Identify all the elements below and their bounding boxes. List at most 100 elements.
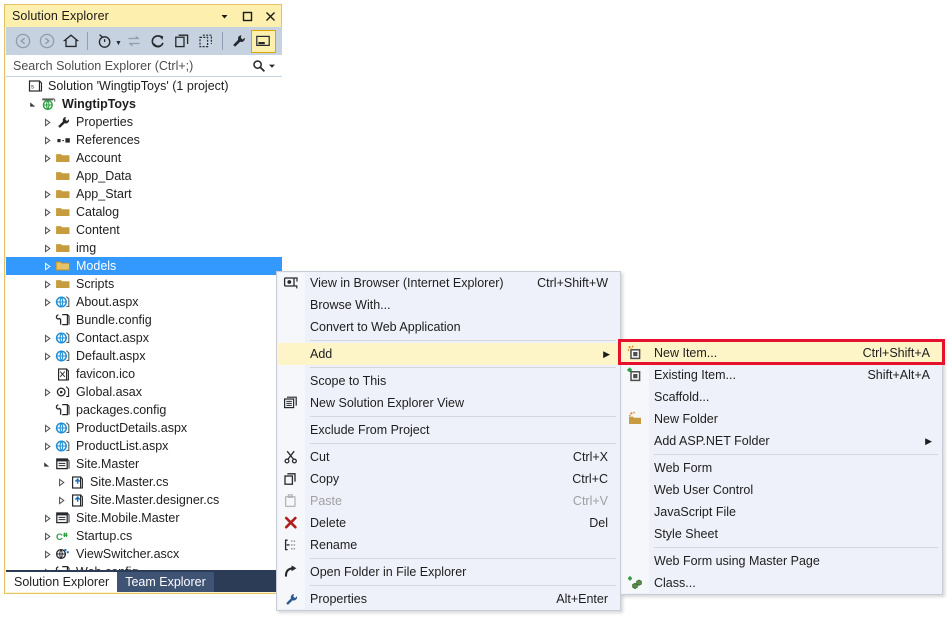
menu-item[interactable]: New Solution Explorer View <box>277 392 620 414</box>
chevron-down-icon[interactable]: ▼ <box>115 40 122 47</box>
chevron-collapsed-icon[interactable] <box>40 387 54 397</box>
chevron-collapsed-icon[interactable] <box>40 531 54 541</box>
menu-item[interactable]: Cut Ctrl+X <box>277 446 620 468</box>
panel-tab[interactable]: Solution Explorer <box>6 572 118 592</box>
menu-item[interactable]: Exclude From Project <box>277 419 620 441</box>
dropdown-icon[interactable] <box>217 9 231 23</box>
tree-item[interactable]: ProductList.aspx <box>6 437 282 455</box>
chevron-collapsed-icon[interactable] <box>40 207 54 217</box>
chevron-collapsed-icon[interactable] <box>40 513 54 523</box>
folder-icon <box>54 204 72 220</box>
menu-item[interactable]: Delete Del <box>277 512 620 534</box>
tree-item[interactable]: Properties <box>6 113 282 131</box>
tree-item[interactable]: Site.Mobile.Master <box>6 509 282 527</box>
menu-item[interactable]: Open Folder in File Explorer <box>277 561 620 583</box>
chevron-collapsed-icon[interactable] <box>40 225 54 235</box>
menu-item[interactable]: Rename <box>277 534 620 556</box>
chevron-collapsed-icon[interactable] <box>40 441 54 451</box>
tree-item[interactable]: About.aspx <box>6 293 282 311</box>
menu-item[interactable]: Web Form using Master Page <box>621 550 942 572</box>
tree-item[interactable]: Contact.aspx <box>6 329 282 347</box>
menu-item[interactable]: Properties Alt+Enter <box>277 588 620 610</box>
solution-tree[interactable]: s Solution 'WingtipToys' (1 project) Wingt… <box>6 77 282 588</box>
menu-item[interactable]: Scope to This <box>277 370 620 392</box>
preview-selected-items-toggle[interactable] <box>250 29 276 53</box>
tree-item[interactable]: References <box>6 131 282 149</box>
tree-item[interactable]: Models <box>6 257 282 275</box>
tree-item[interactable]: Default.aspx <box>6 347 282 365</box>
pending-changes-button[interactable] <box>92 29 116 53</box>
chevron-collapsed-icon[interactable] <box>54 477 68 487</box>
menu-item[interactable]: Browse With... <box>277 294 620 316</box>
tree-item[interactable]: Global.asax <box>6 383 282 401</box>
tree-item[interactable]: packages.config <box>6 401 282 419</box>
tree-item[interactable]: ViewSwitcher.ascx <box>6 545 282 563</box>
chevron-collapsed-icon[interactable] <box>40 549 54 559</box>
properties-button[interactable] <box>227 29 251 53</box>
menu-item[interactable]: New Item... Ctrl+Shift+A <box>621 342 942 364</box>
tree-item[interactable]: s Solution 'WingtipToys' (1 project) <box>6 77 282 95</box>
tree-item[interactable]: Bundle.config <box>6 311 282 329</box>
chevron-collapsed-icon[interactable] <box>40 297 54 307</box>
menu-item[interactable]: JavaScript File <box>621 501 942 523</box>
search-input[interactable] <box>6 57 252 74</box>
panel-tab[interactable]: Team Explorer <box>117 572 214 592</box>
collapse-all-button[interactable] <box>170 29 194 53</box>
tree-item[interactable]: C Startup.cs <box>6 527 282 545</box>
tree-item[interactable]: img <box>6 239 282 257</box>
menu-item[interactable]: Style Sheet <box>621 523 942 545</box>
tree-item[interactable]: Site.Master.designer.cs <box>6 491 282 509</box>
tree-item[interactable]: Scripts <box>6 275 282 293</box>
tree-item[interactable]: Content <box>6 221 282 239</box>
close-icon[interactable] <box>263 9 277 23</box>
menu-item[interactable]: Class... <box>621 572 942 594</box>
menu-item[interactable]: View in Browser (Internet Explorer) Ctrl+… <box>277 272 620 294</box>
chevron-collapsed-icon[interactable] <box>40 351 54 361</box>
tree-item[interactable]: ProductDetails.aspx <box>6 419 282 437</box>
chevron-expanded-icon[interactable] <box>26 100 40 109</box>
chevron-collapsed-icon[interactable] <box>54 495 68 505</box>
search-options-chevron-down-icon[interactable] <box>268 62 276 70</box>
search-box[interactable] <box>6 55 282 77</box>
chevron-collapsed-icon[interactable] <box>40 333 54 343</box>
chevron-collapsed-icon[interactable] <box>40 243 54 253</box>
search-icon[interactable] <box>252 59 266 73</box>
menu-item[interactable]: Web Form <box>621 457 942 479</box>
search-icons <box>252 59 282 73</box>
menu-item[interactable]: Add ▶ <box>277 343 620 365</box>
chevron-collapsed-icon[interactable] <box>40 135 54 145</box>
chevron-collapsed-icon[interactable] <box>40 117 54 127</box>
chevron-collapsed-icon[interactable] <box>40 423 54 433</box>
chevron-expanded-icon[interactable] <box>40 460 54 469</box>
tree-item[interactable]: favicon.ico <box>6 365 282 383</box>
chevron-collapsed-icon[interactable] <box>40 261 54 271</box>
tree-item[interactable]: Site.Master.cs <box>6 473 282 491</box>
tree-item[interactable]: WingtipToys <box>6 95 282 113</box>
menu-item[interactable]: Convert to Web Application <box>277 316 620 338</box>
menu-item[interactable]: Scaffold... <box>621 386 942 408</box>
chevron-collapsed-icon[interactable] <box>40 153 54 163</box>
panel-tab-label: Team Explorer <box>125 575 206 589</box>
menu-item[interactable]: New Folder <box>621 408 942 430</box>
tree-item[interactable]: Catalog <box>6 203 282 221</box>
show-all-files-button[interactable] <box>194 29 218 53</box>
back-button[interactable] <box>11 29 35 53</box>
sync-with-active-document-button[interactable] <box>122 29 146 53</box>
tree-item[interactable]: Account <box>6 149 282 167</box>
menu-item[interactable]: Web User Control <box>621 479 942 501</box>
tree-item[interactable]: App_Data <box>6 167 282 185</box>
menu-item[interactable]: Existing Item... Shift+Alt+A <box>621 364 942 386</box>
menu-item[interactable]: Copy Ctrl+C <box>277 468 620 490</box>
chevron-collapsed-icon[interactable] <box>40 279 54 289</box>
forward-button[interactable] <box>35 29 59 53</box>
menu-item[interactable]: Add ASP.NET Folder ▶ <box>621 430 942 452</box>
add-submenu[interactable]: New Item... Ctrl+Shift+A Existing Item... S… <box>620 341 943 595</box>
context-menu[interactable]: View in Browser (Internet Explorer) Ctrl+… <box>276 271 621 611</box>
maximize-icon[interactable] <box>240 9 254 23</box>
code-behind-icon <box>68 475 86 490</box>
refresh-button[interactable] <box>146 29 170 53</box>
tree-item[interactable]: Site.Master <box>6 455 282 473</box>
tree-item[interactable]: App_Start <box>6 185 282 203</box>
home-button[interactable] <box>59 29 83 53</box>
chevron-collapsed-icon[interactable] <box>40 189 54 199</box>
